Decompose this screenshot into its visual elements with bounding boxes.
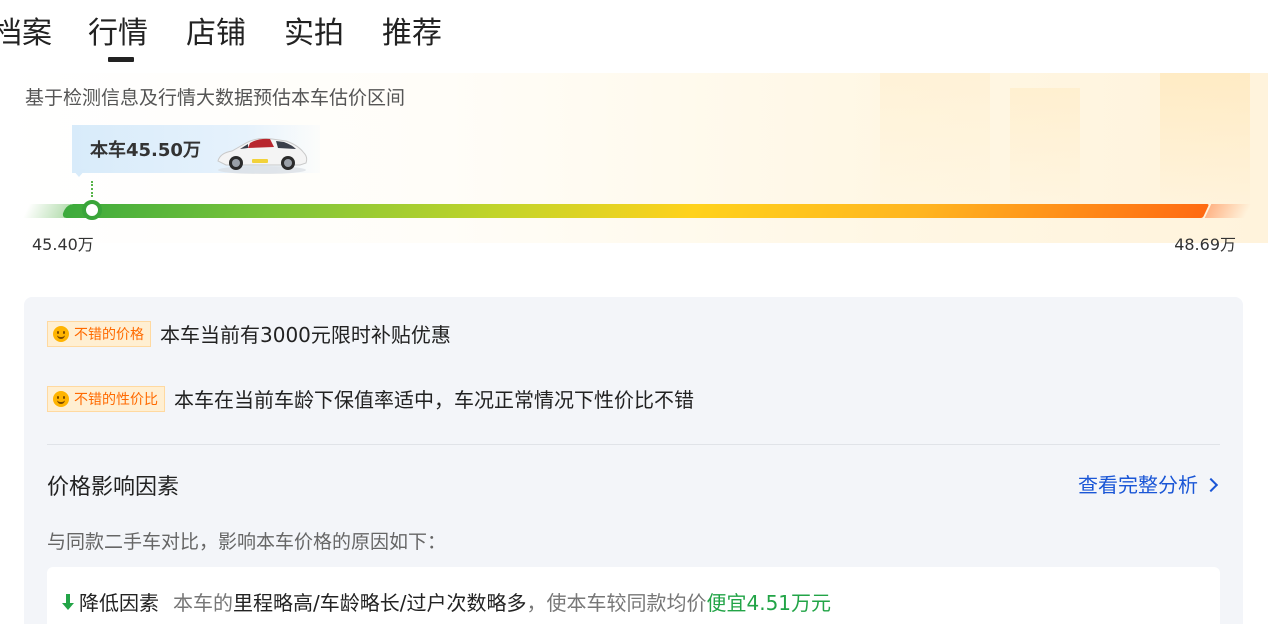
car-image: [217, 138, 308, 174]
tab-bar: 档案 行情 店铺 实拍 推荐: [0, 14, 480, 64]
car-price-label: 本车45.50万: [90, 140, 201, 161]
badge-label: 不错的价格: [74, 326, 144, 343]
tab-market[interactable]: 行情: [88, 14, 148, 62]
reason-factors: 里程略高/车龄略长/过户次数略多: [233, 591, 527, 615]
reason-text-a: 本车的: [173, 591, 233, 615]
reason-line: 降低因素 本车的 里程略高/车龄略长/过户次数略多 ，使本车较同款均价 便宜4.…: [62, 587, 831, 616]
divider: [47, 444, 1220, 445]
band-decoration: [880, 73, 990, 213]
price-range-bar: [60, 204, 1210, 218]
tab-photos[interactable]: 实拍: [284, 14, 344, 54]
badge-label: 不错的性价比: [74, 391, 158, 408]
chevron-right-icon: [1203, 477, 1219, 492]
price-analysis-card: 不错的价格 本车当前有3000元限时补贴优惠 不错的性价比 本车在当前车龄下保值…: [24, 297, 1243, 624]
tag-description: 本车当前有3000元限时补贴优惠: [160, 323, 451, 347]
tab-archive[interactable]: 档案: [0, 14, 52, 54]
range-min-label: 45.40万: [32, 235, 94, 254]
tag-row-value: 不错的性价比 本车在当前车龄下保值率适中，车况正常情况下性价比不错: [47, 384, 694, 413]
tag-row-price: 不错的价格 本车当前有3000元限时补贴优惠: [47, 319, 451, 348]
tag-description: 本车在当前车龄下保值率适中，车况正常情况下性价比不错: [174, 388, 694, 412]
band-decoration: [1010, 88, 1080, 208]
price-estimate-section: 基于检测信息及行情大数据预估本车估价区间 本车45.50万 45.40万 48.…: [0, 73, 1268, 254]
active-tab-indicator: [108, 57, 134, 62]
smile-icon: [53, 390, 69, 407]
full-analysis-link[interactable]: 查看完整分析: [1078, 469, 1219, 498]
current-price-marker: [82, 200, 102, 220]
good-price-badge: 不错的价格: [47, 320, 151, 347]
estimate-description: 基于检测信息及行情大数据预估本车估价区间: [25, 87, 406, 109]
band-decoration: [1160, 73, 1250, 213]
reason-label: 降低因素: [79, 591, 159, 615]
arrow-down-icon: [62, 593, 74, 610]
bar-fade-right: [1204, 204, 1252, 218]
good-value-badge: 不错的性价比: [47, 385, 165, 412]
page: 档案 行情 店铺 实拍 推荐 基于检测信息及行情大数据预估本车估价区间 本车45…: [0, 0, 1268, 624]
reason-text-c: ，使本车较同款均价: [526, 591, 707, 615]
tab-store[interactable]: 店铺: [186, 14, 246, 54]
bubble-tail: [72, 169, 86, 177]
range-max-label: 48.69万: [1174, 235, 1236, 254]
reason-box: 降低因素 本车的 里程略高/车龄略长/过户次数略多 ，使本车较同款均价 便宜4.…: [47, 567, 1220, 624]
factors-subtitle: 与同款二手车对比，影响本车价格的原因如下：: [47, 531, 447, 553]
smile-icon: [53, 325, 69, 342]
reason-savings: 便宜4.51万元: [706, 591, 832, 615]
marker-connector: [91, 181, 93, 197]
factors-title: 价格影响因素: [47, 475, 180, 500]
link-label: 查看完整分析: [1078, 473, 1198, 497]
tab-recommend[interactable]: 推荐: [382, 14, 442, 54]
